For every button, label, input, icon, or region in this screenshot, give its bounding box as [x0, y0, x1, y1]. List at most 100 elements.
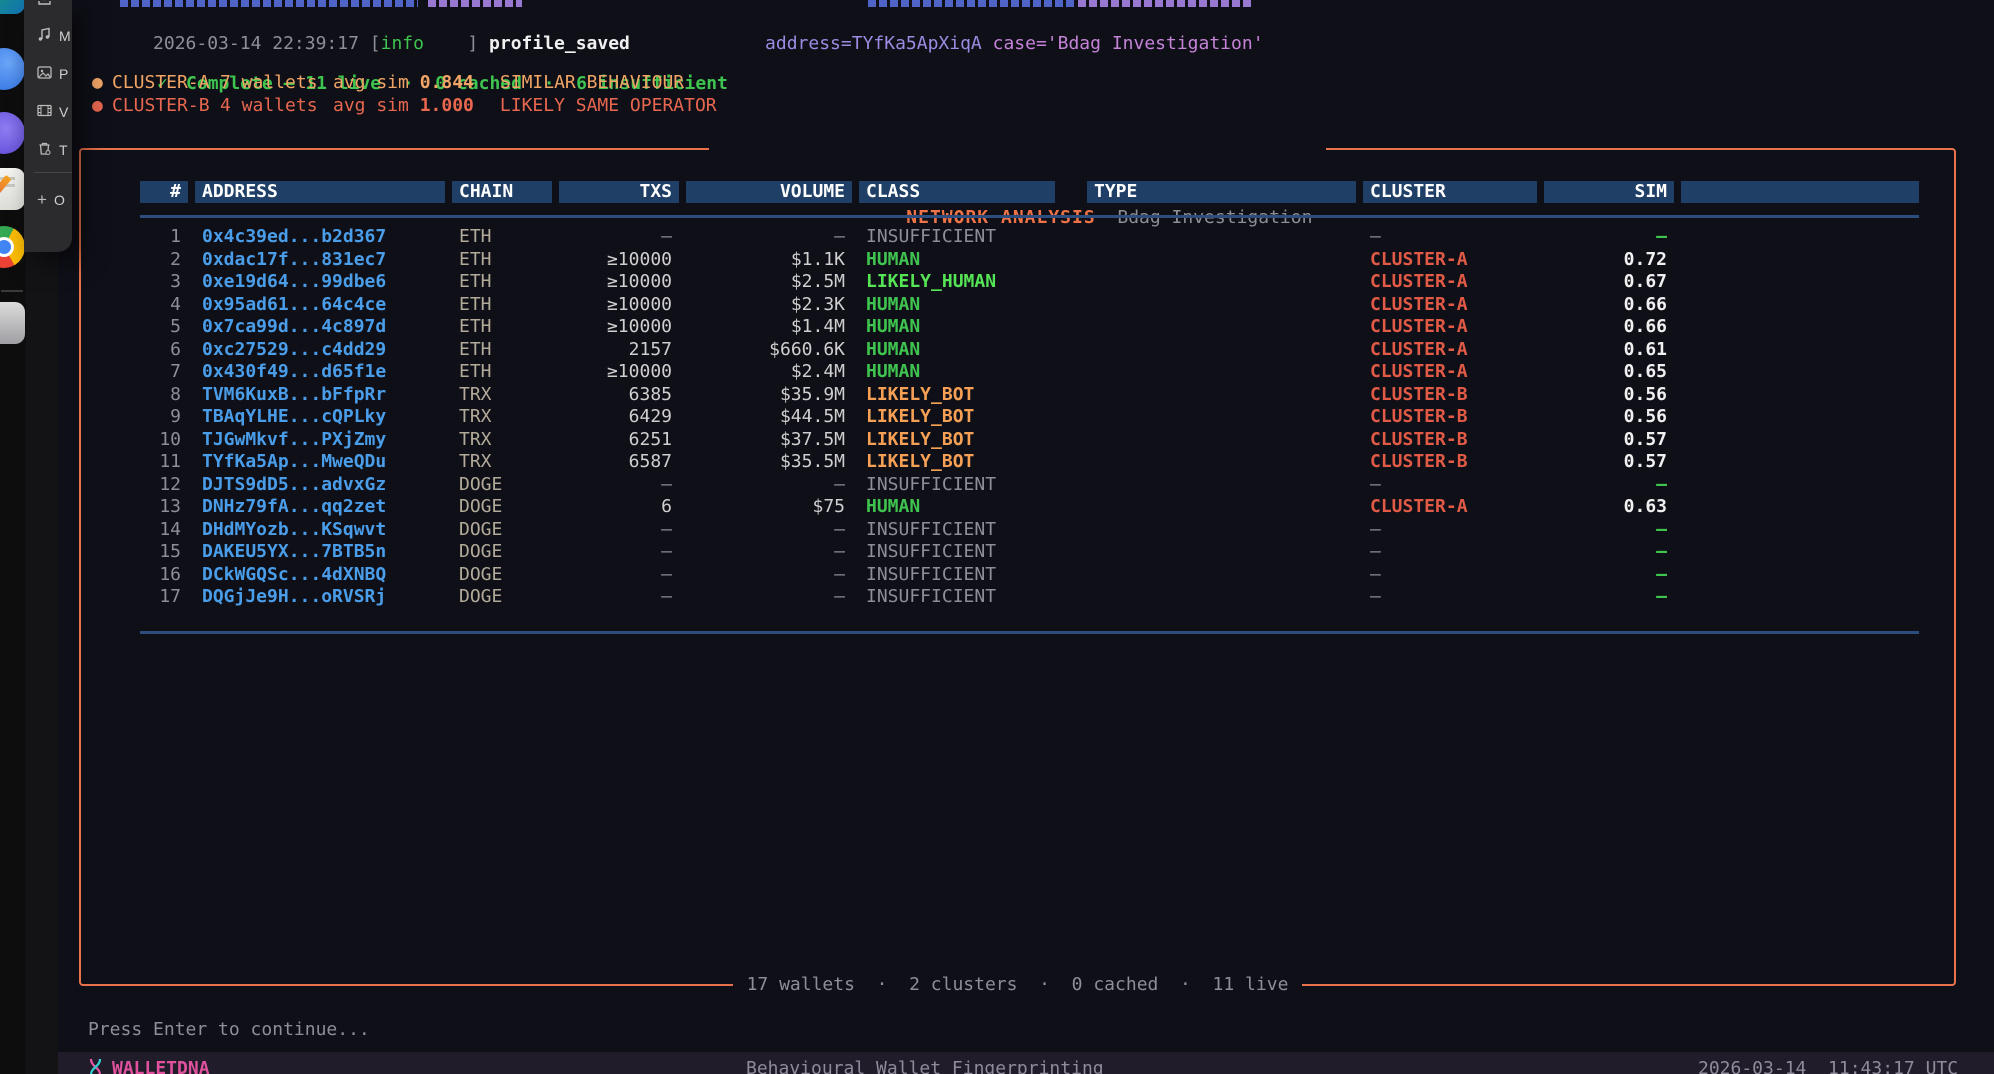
cell-class: INSUFFICIENT	[859, 564, 1055, 587]
cell-sim: —	[1544, 226, 1674, 249]
cell-type	[1087, 429, 1356, 452]
wallet-table: 10x4c39ed...b2d367ETH——INSUFFICIENT——20x…	[140, 226, 1919, 609]
menu-item-v[interactable]: V	[37, 100, 68, 124]
trash-icon	[37, 141, 52, 159]
menu-item-p[interactable]: P	[37, 62, 68, 86]
cell-row-index: 15	[140, 541, 188, 564]
cell-type	[1087, 519, 1356, 542]
menu-item-label: T	[59, 142, 68, 158]
column-header-blank	[1681, 181, 1919, 203]
table-row: 16DCkWGQSc...4dXNBQDOGE——INSUFFICIENT——	[140, 564, 1919, 587]
column-header-type: TYPE	[1087, 181, 1356, 203]
cell-txs: 2157	[559, 339, 679, 362]
cell-row-index: 2	[140, 249, 188, 272]
cell-volume: $2.4M	[686, 361, 852, 384]
cell-chain: ETH	[452, 361, 552, 384]
dna-icon	[88, 1058, 103, 1074]
press-enter-prompt: Press Enter to continue...	[88, 1019, 370, 1042]
cell-type	[1087, 294, 1356, 317]
cell-chain: ETH	[452, 249, 552, 272]
cell-row-index: 12	[140, 474, 188, 497]
cell-txs: ≥10000	[559, 294, 679, 317]
menu-item-m[interactable]: M	[37, 24, 71, 48]
cell-blank	[1681, 429, 1919, 452]
table-header: #ADDRESSCHAINTXSVOLUMECLASSTYPECLUSTERSI…	[140, 181, 1919, 203]
chrome-icon[interactable]	[0, 226, 25, 268]
menu-item-clipped[interactable]	[37, 0, 52, 12]
cell-row-index: 13	[140, 496, 188, 519]
menu-item-label: P	[59, 66, 68, 82]
cell-chain: DOGE	[452, 541, 552, 564]
app-purple-icon[interactable]	[0, 112, 25, 154]
panel-footer-row: 17 wallets · 2 clusters · 0 cached · 11 …	[79, 974, 1956, 997]
cluster-bullet-icon: ●	[92, 95, 112, 118]
column-header-cluster: CLUSTER	[1363, 181, 1537, 203]
clipped-log-fragment	[120, 0, 418, 7]
cell-cluster: —	[1363, 541, 1537, 564]
cell-wallet-address: DHdMYozb...KSqwvt	[195, 519, 445, 542]
cell-cluster: CLUSTER-A	[1363, 339, 1537, 362]
cell-volume: —	[686, 226, 852, 249]
table-row: 60xc27529...c4dd29ETH2157$660.6KHUMANCLU…	[140, 339, 1919, 362]
column-header-chain: CHAIN	[452, 181, 552, 203]
cell-wallet-address: 0x95ad61...64c4ce	[195, 294, 445, 317]
file-menu-panel: M P V T + O	[24, 0, 72, 252]
table-row: 17DQGjJe9H...oRVSRjDOGE——INSUFFICIENT——	[140, 586, 1919, 609]
menu-item-other-locations[interactable]: + O	[37, 188, 65, 212]
cell-row-index: 11	[140, 451, 188, 474]
cell-type	[1087, 339, 1356, 362]
column-header-volume: VOLUME	[686, 181, 852, 203]
table-row: 40x95ad61...64c4ceETH≥10000$2.3KHUMANCLU…	[140, 294, 1919, 317]
cell-txs: 6385	[559, 384, 679, 407]
cell-class: HUMAN	[859, 316, 1055, 339]
cell-row-index: 17	[140, 586, 188, 609]
cell-txs: ≥10000	[559, 316, 679, 339]
cell-row-index: 6	[140, 339, 188, 362]
cell-blank	[1681, 226, 1919, 249]
cell-cluster: —	[1363, 226, 1537, 249]
cluster-bullet-icon: ●	[92, 72, 112, 95]
app-green-icon[interactable]	[0, 0, 25, 14]
top-cluster-line: ●CLUSTER-A7 walletsavg sim 0.844SIMILAR …	[92, 72, 717, 95]
menu-item-label: O	[54, 192, 65, 208]
cell-cluster: CLUSTER-A	[1363, 361, 1537, 384]
cell-row-index: 5	[140, 316, 188, 339]
cell-volume: $35.5M	[686, 451, 852, 474]
cell-sim: 0.61	[1544, 339, 1674, 362]
app-name: WALLETDNA	[112, 1058, 210, 1074]
cell-txs: 6587	[559, 451, 679, 474]
cell-chain: DOGE	[452, 564, 552, 587]
files-gray-icon[interactable]	[0, 302, 25, 344]
column-header-txs: TXS	[559, 181, 679, 203]
cell-row-index: 10	[140, 429, 188, 452]
cell-blank	[1681, 586, 1919, 609]
cell-sim: 0.56	[1544, 384, 1674, 407]
column-header-sim: SIM	[1544, 181, 1674, 203]
cell-type	[1087, 406, 1356, 429]
cell-wallet-address: DJTS9dD5...advxGz	[195, 474, 445, 497]
browser-blue-icon[interactable]	[0, 48, 25, 90]
cell-sim: —	[1544, 541, 1674, 564]
cell-chain: TRX	[452, 429, 552, 452]
music-note-icon	[37, 27, 52, 45]
log-kv: address=TYfKa5ApXiqA case='Bdag Investig…	[700, 10, 1264, 78]
cell-cluster: CLUSTER-A	[1363, 496, 1537, 519]
cell-volume: $2.3K	[686, 294, 852, 317]
menu-item-t[interactable]: T	[37, 138, 68, 162]
cell-txs: ≥10000	[559, 249, 679, 272]
cell-sim: —	[1544, 519, 1674, 542]
top-cluster-lines: ●CLUSTER-A7 walletsavg sim 0.844SIMILAR …	[92, 72, 717, 117]
picture-icon	[37, 65, 52, 83]
cell-type	[1087, 249, 1356, 272]
table-row: 10TJGwMkvf...PXjZmyTRX6251$37.5MLIKELY_B…	[140, 429, 1919, 452]
cell-class: LIKELY_BOT	[859, 384, 1055, 407]
cell-volume: $75	[686, 496, 852, 519]
cell-chain: DOGE	[452, 496, 552, 519]
cell-volume: $37.5M	[686, 429, 852, 452]
cell-chain: ETH	[452, 271, 552, 294]
cell-wallet-address: DNHz79fA...qq2zet	[195, 496, 445, 519]
cell-row-index: 9	[140, 406, 188, 429]
notes-icon[interactable]	[0, 168, 25, 210]
cell-class: LIKELY_BOT	[859, 451, 1055, 474]
cell-volume: —	[686, 586, 852, 609]
